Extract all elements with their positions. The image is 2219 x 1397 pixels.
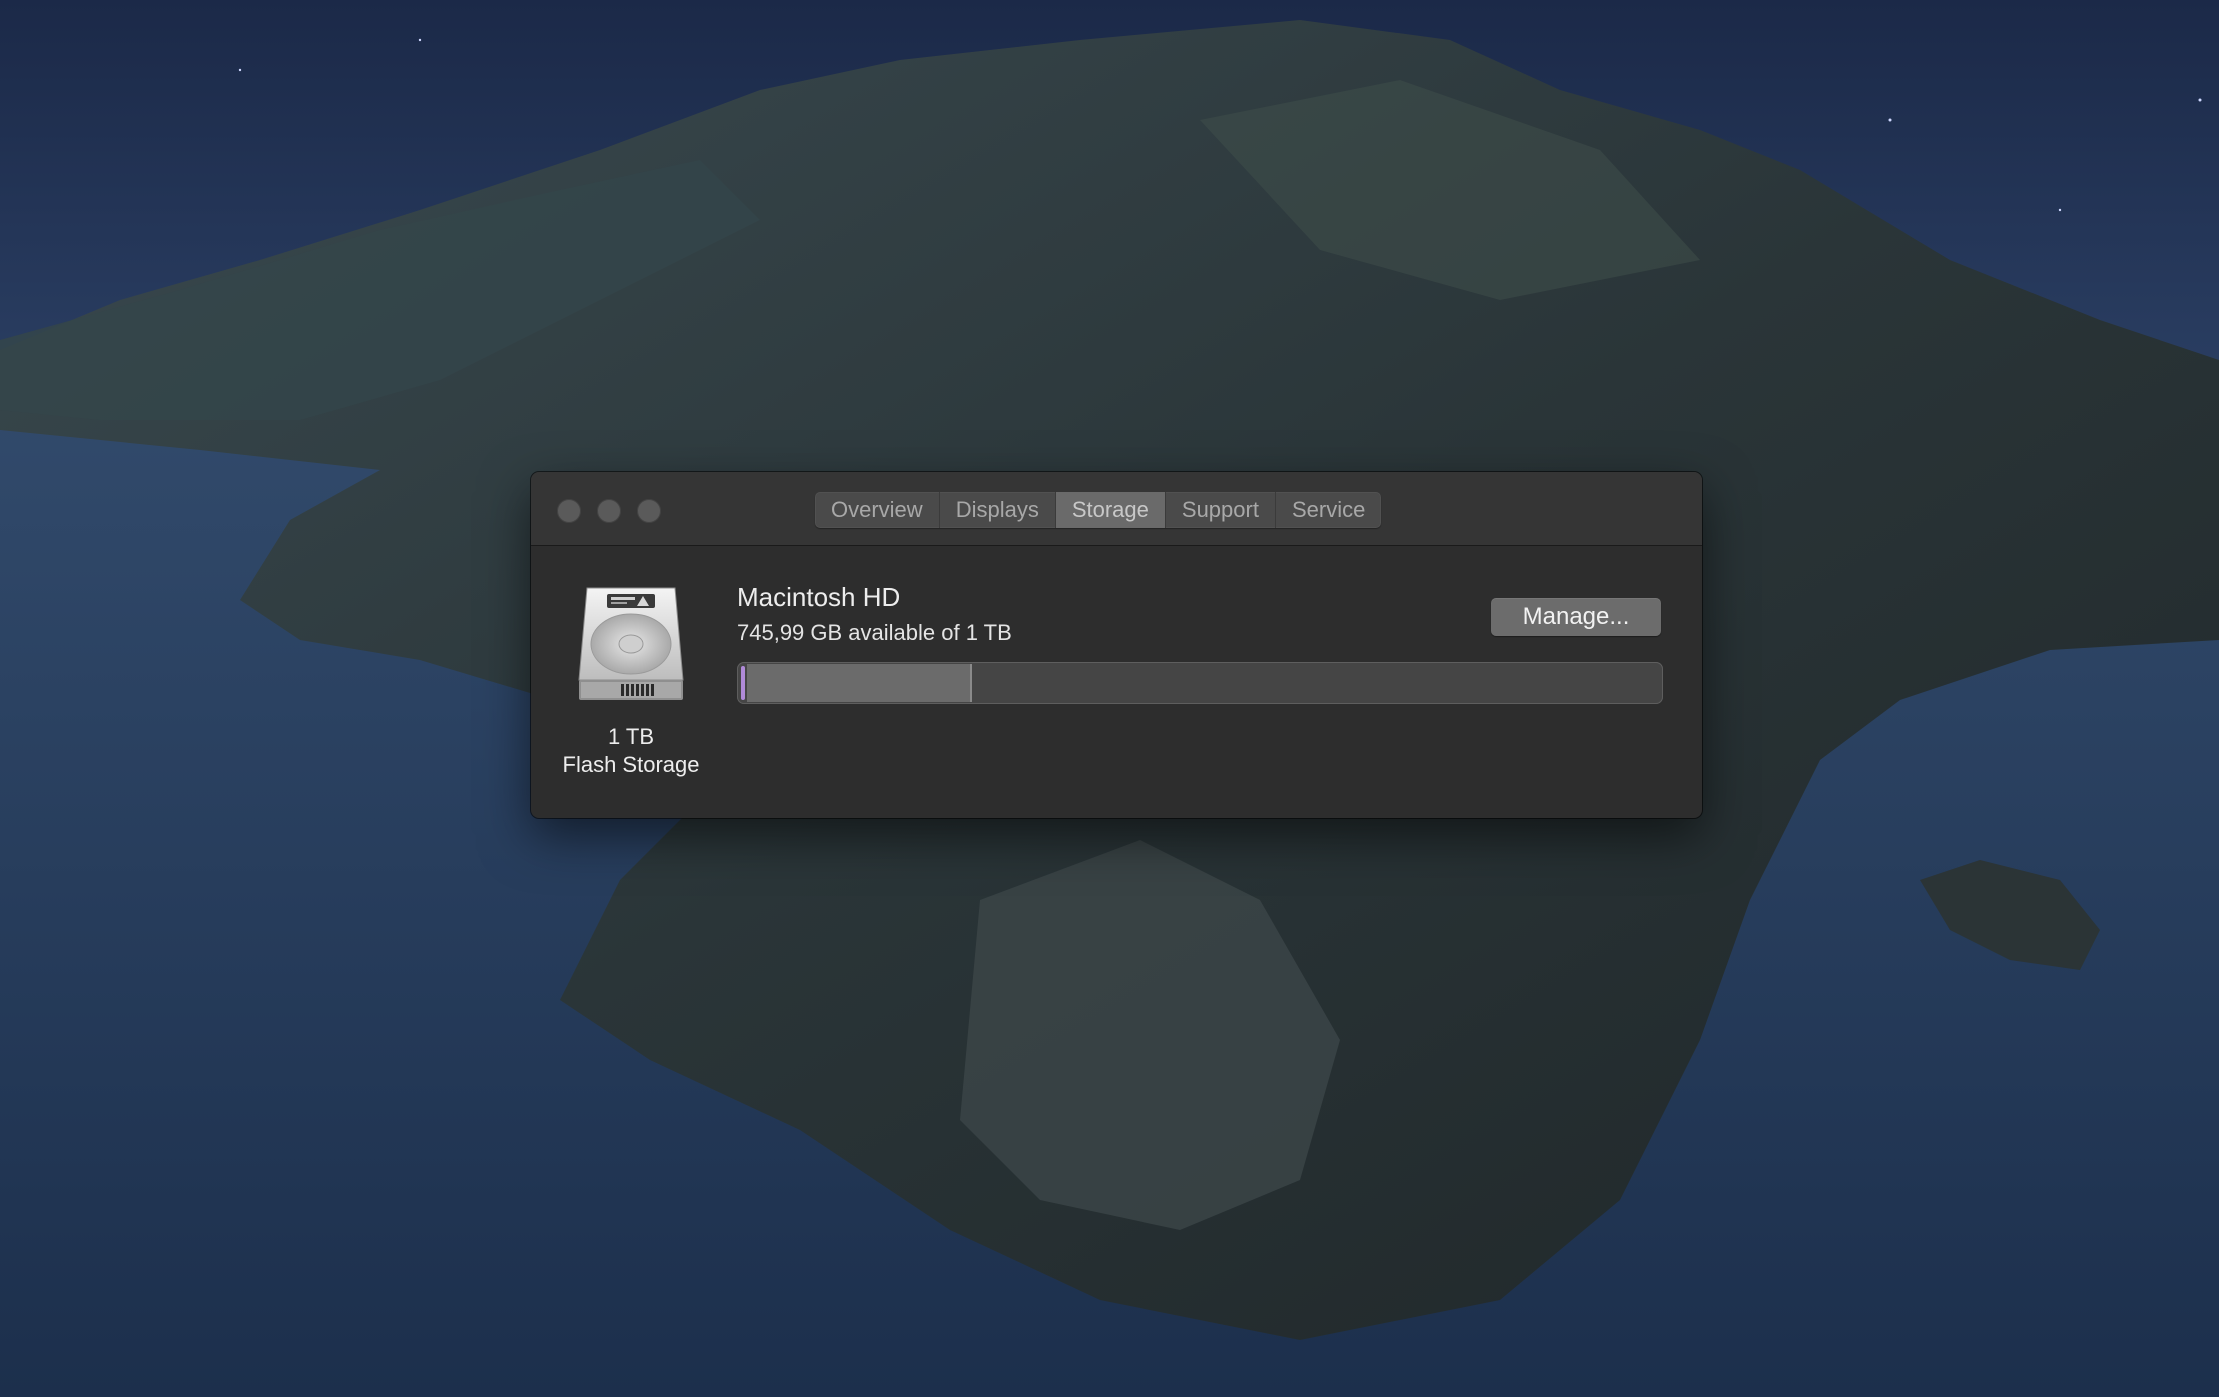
minimize-button[interactable] — [597, 499, 621, 523]
volume-available-text: 745,99 GB available of 1 TB — [737, 620, 1012, 645]
manage-button[interactable]: Manage... — [1491, 598, 1661, 636]
storage-usage-bar[interactable] — [737, 662, 1663, 704]
disk-type: Flash Storage — [562, 752, 700, 777]
window-titlebar: Overview Displays Storage Support Servic… — [531, 472, 1702, 546]
hard-drive-icon — [573, 584, 689, 704]
storage-bar-system-segment[interactable] — [741, 666, 745, 700]
tab-support[interactable]: Support — [1166, 492, 1276, 528]
tab-displays[interactable]: Displays — [940, 492, 1056, 528]
tab-overview[interactable]: Overview — [815, 492, 940, 528]
tab-bar: Overview Displays Storage Support Servic… — [815, 492, 1382, 528]
disk-capacity: 1 TB — [607, 724, 655, 749]
zoom-button[interactable] — [637, 499, 661, 523]
close-button[interactable] — [557, 499, 581, 523]
desktop: Overview Displays Storage Support Servic… — [0, 0, 2219, 1397]
volume-name: Macintosh HD — [737, 582, 901, 612]
tab-storage[interactable]: Storage — [1055, 492, 1166, 528]
about-this-mac-window: Overview Displays Storage Support Servic… — [531, 472, 1702, 818]
storage-bar-used-segment[interactable] — [747, 664, 972, 702]
tab-service[interactable]: Service — [1276, 492, 1381, 528]
